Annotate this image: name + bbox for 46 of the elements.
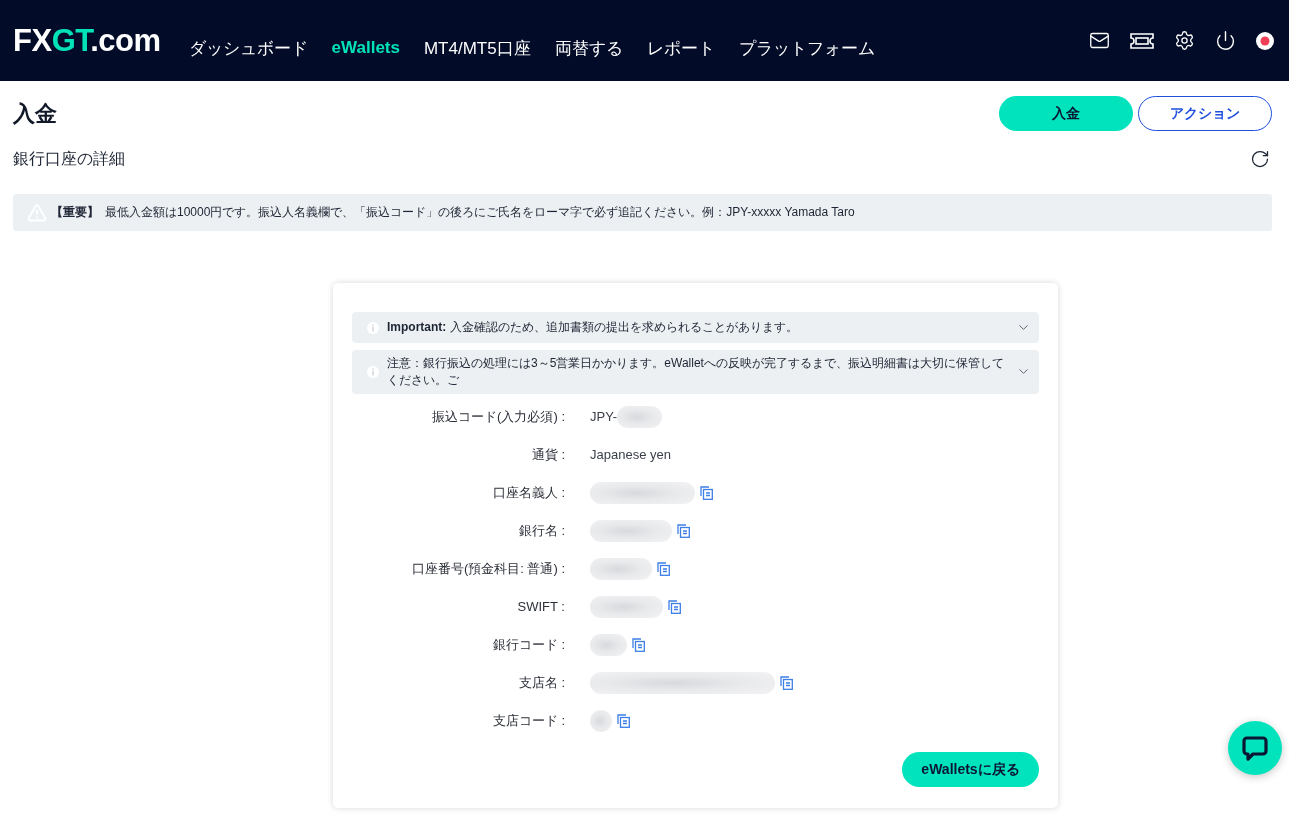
accordion-header[interactable]: 注意：銀行振込の処理には3～5営業日かかります。eWalletへの反映が完了するまで、振込明細書は大切に保管してください。ご xyxy=(352,350,1039,394)
notice-tag: 【重要】 xyxy=(51,204,99,221)
copy-icon[interactable] xyxy=(700,485,713,500)
flag-icon[interactable] xyxy=(1256,31,1274,50)
field-label: 振込コード(入力必須) : xyxy=(432,407,565,426)
field-value: Japanese yen xyxy=(590,447,671,463)
field-label: 口座名義人 : xyxy=(492,483,565,502)
copy-icon[interactable] xyxy=(668,599,681,614)
copy-icon[interactable] xyxy=(657,561,670,576)
accordion-text: Important: 入金確認のため、追加書類の提出を求められることがあります。 xyxy=(387,319,799,336)
accordion-header[interactable]: Important: 入金確認のため、追加書類の提出を求められることがあります。 xyxy=(352,312,1039,343)
field-label: 銀行コード : xyxy=(492,635,565,654)
notice-text: 最低入金額は10000円です。振込人名義欄で、「振込コード」の後ろにご氏名をローマ字で必ず追記ください。例：JPY-xxxxx Yamada Taro xyxy=(105,204,855,221)
copy-icon[interactable] xyxy=(780,675,793,690)
field-label: 支店コード : xyxy=(492,711,565,730)
field-label: 通貨 : xyxy=(531,445,565,464)
nav-link[interactable]: 両替する xyxy=(554,36,623,60)
ticket-icon[interactable] xyxy=(1130,30,1154,51)
accordion-text: 注意：銀行振込の処理には3～5営業日かかります。eWalletへの反映が完了するまで、振込明細書は大切に保管してください。ご xyxy=(387,355,1005,389)
copy-icon[interactable] xyxy=(617,713,630,728)
copy-icon[interactable] xyxy=(632,637,645,652)
field-label: 口座番号(預金科目: 普通) : xyxy=(411,559,565,578)
nav-link[interactable]: eWallets xyxy=(331,36,400,60)
back-button[interactable]: eWalletsに戻る xyxy=(902,752,1039,787)
nav-link[interactable]: ダッシュボード xyxy=(188,36,308,60)
settings-icon[interactable] xyxy=(1174,30,1195,51)
copy-icon[interactable] xyxy=(677,523,690,538)
field-label: 支店名 : xyxy=(518,673,565,692)
power-icon[interactable] xyxy=(1215,30,1236,51)
nav-link[interactable]: MT4/MT5口座 xyxy=(423,36,531,60)
section-title: 銀行口座の詳細 xyxy=(13,148,125,169)
field-label: 銀行名 : xyxy=(518,521,565,540)
action-button[interactable]: アクション xyxy=(1138,96,1272,131)
nav-link[interactable]: レポート xyxy=(646,36,715,60)
nav-link[interactable]: プラットフォーム xyxy=(738,36,875,60)
deposit-button[interactable]: 入金 xyxy=(999,96,1133,131)
refresh-icon[interactable] xyxy=(1250,149,1270,169)
logo[interactable]: FXGT.com xyxy=(13,25,161,56)
page-title: 入金 xyxy=(13,99,57,128)
field-label: SWIFT : xyxy=(517,599,565,615)
info-icon xyxy=(367,321,379,334)
info-icon xyxy=(367,365,379,378)
mail-icon[interactable] xyxy=(1089,30,1110,51)
field-value: JPY- xyxy=(590,409,617,425)
chat-icon xyxy=(1242,735,1268,761)
chat-button[interactable] xyxy=(1228,721,1282,775)
